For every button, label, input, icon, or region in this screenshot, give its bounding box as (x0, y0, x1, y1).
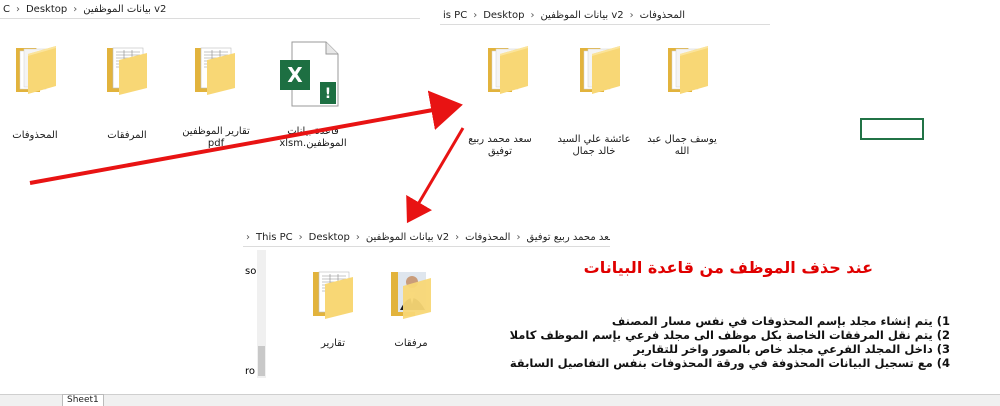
annotation-steps: 1) يتم إنشاء مجلد بإسم المحذوفات في نفس … (488, 314, 950, 370)
step-4: 4) مع تسجيل البيانات المحذوفة في ورقة ال… (509, 356, 950, 370)
arrow-to-employee-folder (406, 127, 465, 224)
annotation-title: عند حذف الموظف من قاعدة البيانات (583, 258, 873, 277)
sheet-tab-bar (0, 394, 1000, 406)
step-3: 3) داخل المجلد الفرعي مجلد خاص بالصور وا… (633, 342, 950, 356)
step-2: 2) يتم نقل المرفقات الخاصة بكل موظف الى … (509, 328, 950, 342)
sheet-tab[interactable]: Sheet1 (62, 394, 104, 406)
arrow-to-deleted-folder (29, 90, 463, 185)
step-1: 1) يتم إنشاء مجلد بإسم المحذوفات في نفس … (611, 314, 950, 328)
